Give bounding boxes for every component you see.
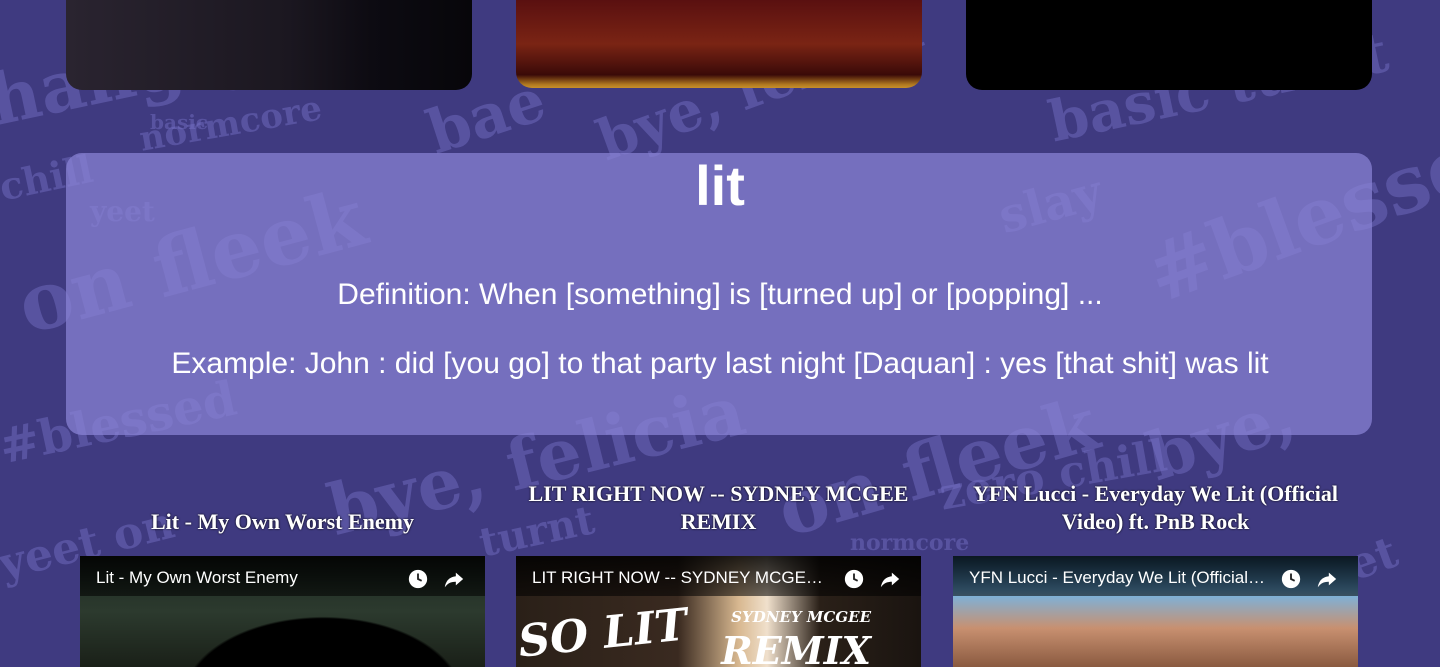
share-arrow-icon[interactable] <box>443 568 465 590</box>
thumbnail-text-remix: REMIX <box>721 628 871 667</box>
video-heading-3: YFN Lucci - Everyday We Lit (Official Vi… <box>973 481 1338 534</box>
share-arrow-icon[interactable] <box>879 568 901 590</box>
definition-text: Definition: When [something] is [turned … <box>337 278 1103 311</box>
player-top-bar: YFN Lucci - Everyday We Lit (Official Vi… <box>953 556 1358 596</box>
video-player-2[interactable]: SO LIT SYDNEY MCGEE REMIX LIT RIGHT NOW … <box>516 556 921 667</box>
clock-icon[interactable] <box>843 568 865 590</box>
video-player-3[interactable]: YFN Lucci - Everyday We Lit (Official Vi… <box>953 556 1358 667</box>
clock-icon[interactable] <box>407 568 429 590</box>
share-arrow-icon[interactable] <box>1316 568 1338 590</box>
player-title-2[interactable]: LIT RIGHT NOW -- SYDNEY MCGEE REMIX <box>532 568 832 588</box>
player-top-bar: LIT RIGHT NOW -- SYDNEY MCGEE REMIX <box>516 556 921 596</box>
top-video-thumbnail-1[interactable] <box>66 0 472 90</box>
clock-icon[interactable] <box>1280 568 1302 590</box>
definition-word: lit <box>695 154 745 217</box>
thumbnail-text-artist: SYDNEY MCGEE <box>731 608 871 626</box>
top-video-thumbnail-3[interactable] <box>966 0 1372 90</box>
top-video-thumbnail-2[interactable] <box>516 0 922 88</box>
player-title-3[interactable]: YFN Lucci - Everyday We Lit (Official Vi… <box>969 568 1269 588</box>
player-top-bar: Lit - My Own Worst Enemy <box>80 556 485 596</box>
video-heading-1: Lit - My Own Worst Enemy <box>151 509 414 534</box>
video-player-1[interactable]: Lit - My Own Worst Enemy <box>80 556 485 667</box>
player-title-1[interactable]: Lit - My Own Worst Enemy <box>96 568 396 588</box>
thumbnail-text-left: SO LIT <box>516 599 690 667</box>
example-text: Example: John : did [you go] to that par… <box>171 347 1269 380</box>
video-heading-2: LIT RIGHT NOW -- SYDNEY MCGEE REMIX <box>528 481 909 534</box>
